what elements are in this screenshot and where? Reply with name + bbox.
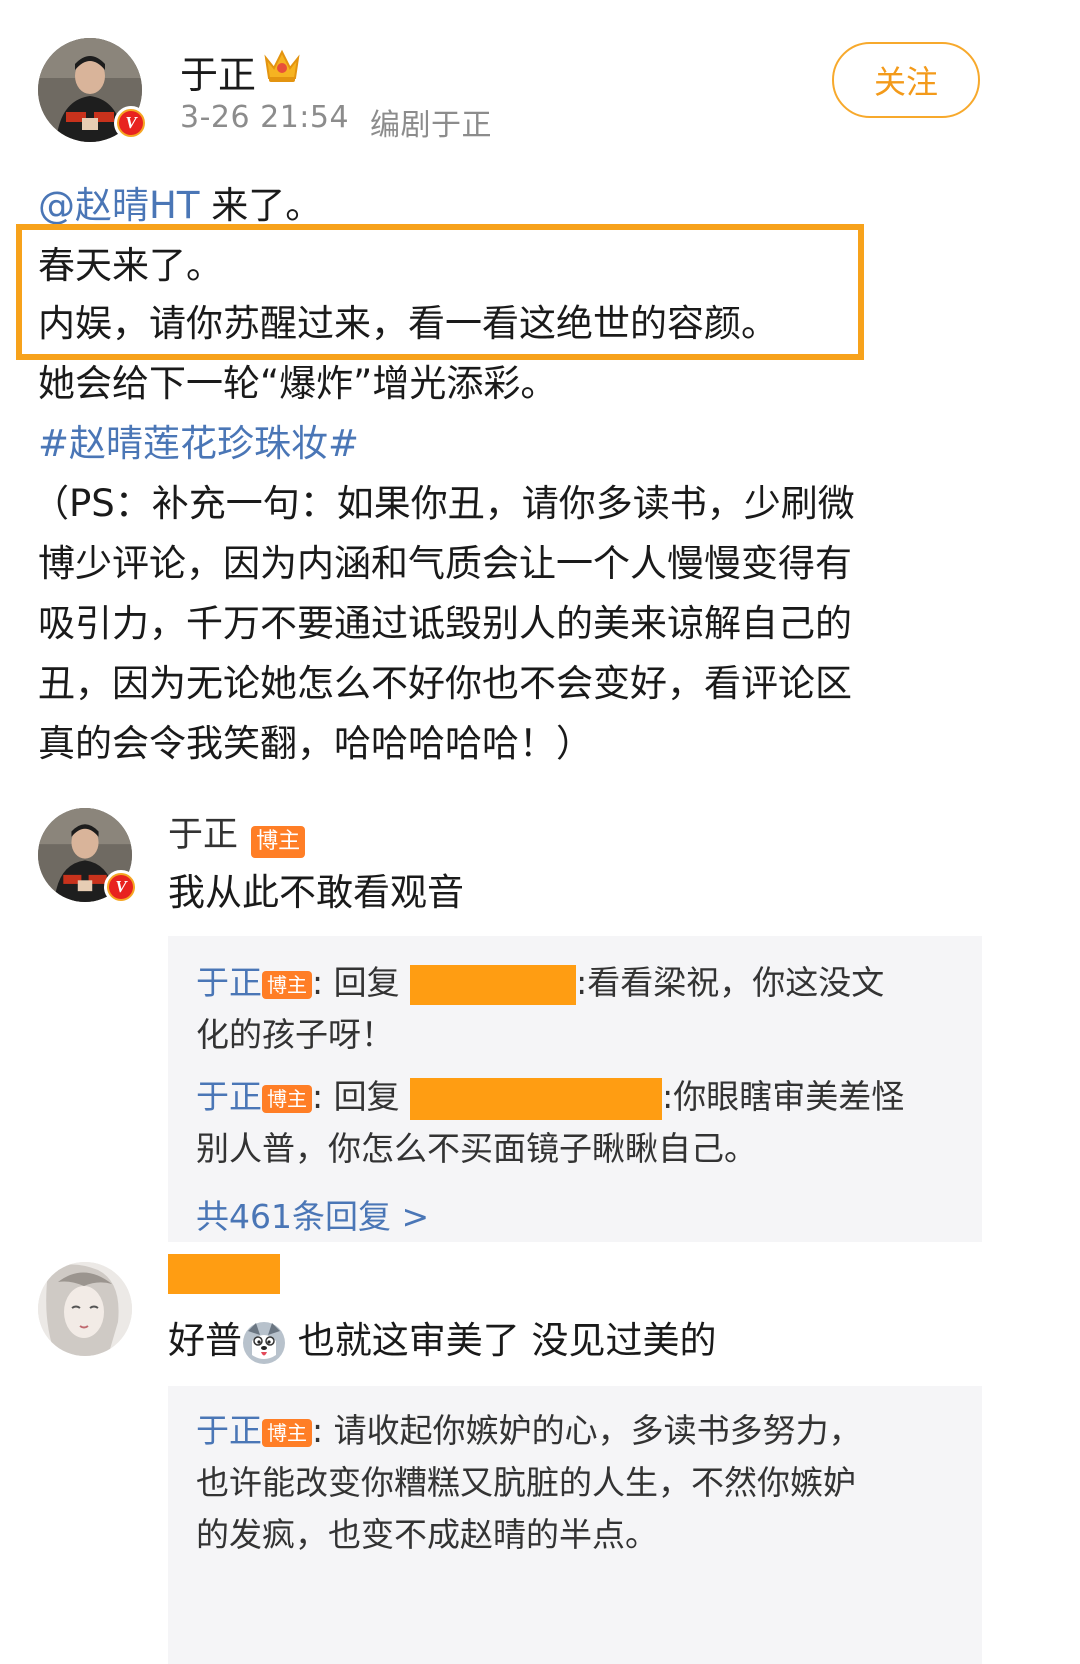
commenter-avatar[interactable] <box>38 1262 132 1356</box>
reply-author[interactable]: 于正 <box>196 963 262 1002</box>
post-line-4: 她会给下一轮“爆炸”增光添彩。 <box>38 362 558 405</box>
host-badge: 博主 <box>262 970 312 999</box>
reply-prefix: : 回复 <box>312 1077 411 1116</box>
reply-line-cont: 别人普，你怎么不买面镜子瞅瞅自己。 <box>196 1129 757 1168</box>
reply-author[interactable]: 于正 <box>196 1411 262 1450</box>
ps-line-4: 丑，因为无论她怎么不好你也不会变好，看评论区 <box>38 662 852 705</box>
post-line-3: 内娱，请你苏醒过来，看一看这绝世的容颜。 <box>38 302 778 345</box>
reply-line-cont: 也许能改变你糟糕又肮脏的人生，不然你嫉妒 <box>196 1463 856 1502</box>
verified-v-icon: V <box>104 870 138 904</box>
host-badge: 博主 <box>262 1418 312 1447</box>
author-name[interactable]: 于正 <box>180 44 256 99</box>
host-badge: 博主 <box>251 825 306 858</box>
follow-button[interactable]: 关注 <box>832 42 980 118</box>
post-line-1-text: 来了。 <box>199 184 323 227</box>
comment-author[interactable]: 于正 <box>168 815 238 855</box>
mention-link[interactable]: @赵晴HT <box>38 184 199 227</box>
more-replies-link[interactable]: 共461条回复 > <box>196 1190 429 1238</box>
crown-icon <box>262 46 302 84</box>
redacted-username <box>168 1254 280 1294</box>
reply-line[interactable]: 于正 博主: 回复 :你眼瞎审美差怪 <box>196 1070 904 1124</box>
ps-line-2: 博少评论，因为内涵和气质会让一个人慢慢变得有 <box>38 542 852 585</box>
comment-text-b: 也就这审美了 没见过美的 <box>286 1319 717 1362</box>
ps-line-3: 吸引力，千万不要通过诋毁别人的美来谅解自己的 <box>38 602 852 645</box>
comment-header: 于正 博主 <box>168 806 306 858</box>
hashtag-link[interactable]: #赵晴莲花珍珠妆# <box>38 414 359 474</box>
host-badge: 博主 <box>262 1084 312 1113</box>
reply-text: :你眼瞎审美差怪 <box>662 1077 905 1116</box>
comment-text: 好普 也就这审美了 没见过美的 <box>168 1310 717 1365</box>
reply-text: :看看梁祝，你这没文 <box>576 963 885 1002</box>
reply-prefix: : 回复 <box>312 963 411 1002</box>
husky-emoji-icon <box>242 1321 286 1365</box>
redacted-username <box>410 964 577 1005</box>
redacted-username <box>410 1077 663 1120</box>
reply-line-cont: 的发疯，也变不成赵晴的半点。 <box>196 1515 658 1554</box>
reply-text: : 请收起你嫉妒的心，多读书多努力， <box>312 1411 862 1450</box>
post-line-2: 春天来了。 <box>38 244 223 287</box>
comment-text: 我从此不敢看观音 <box>168 871 464 914</box>
post-source: 编剧于正 <box>370 108 492 143</box>
reply-line[interactable]: 于正 博主: 请收起你嫉妒的心，多读书多努力， <box>196 1404 862 1458</box>
ps-line-5: 真的会令我笑翻，哈哈哈哈哈！） <box>38 722 593 765</box>
comment-text-a: 好普 <box>168 1319 242 1362</box>
reply-author[interactable]: 于正 <box>196 1077 262 1116</box>
verified-v-icon: V <box>114 106 148 140</box>
ps-line-1: （PS：补充一句：如果你丑，请你多读书，少刷微 <box>32 482 855 525</box>
reply-line[interactable]: 于正 博主: 回复 :看看梁祝，你这没文 <box>196 956 884 1010</box>
reply-line-cont: 化的孩子呀！ <box>196 1015 394 1054</box>
post-timestamp: 3-26 21:54 <box>180 100 350 135</box>
